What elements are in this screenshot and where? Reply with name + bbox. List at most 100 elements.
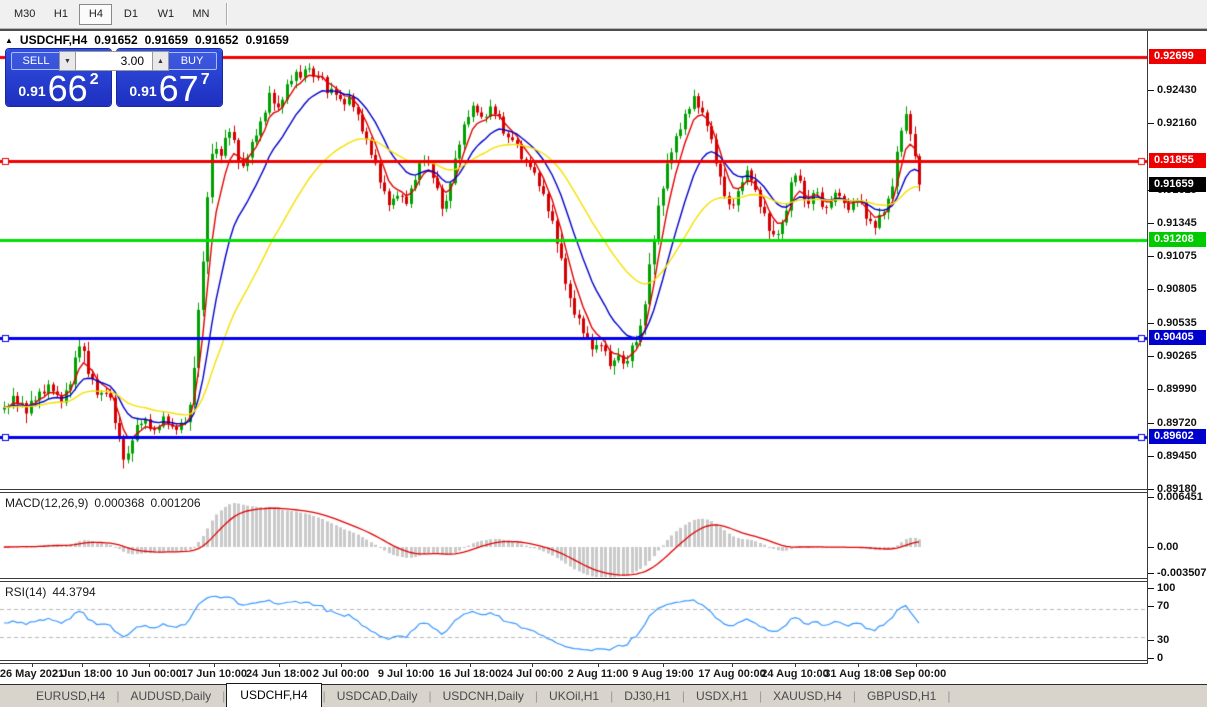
symbol-tab-dj30-h1[interactable]: DJ30,H1	[614, 686, 681, 706]
axis-tick-mark	[1148, 573, 1154, 574]
time-axis-label: 31 Aug 18:00	[824, 668, 891, 680]
metatrader-window: M30H1H4D1W1MN ▲ USDCHF,H4 0.91652 0.9165…	[0, 0, 1207, 707]
time-axis-label: 2 Jul 00:00	[313, 668, 369, 680]
time-axis-label: 16 Jul 18:00	[439, 668, 501, 680]
price-axis-tick: 0.90805	[1157, 282, 1197, 296]
axis-tick-mark	[1148, 389, 1154, 390]
symbol-tab-ukoil-h1[interactable]: UKOil,H1	[539, 686, 609, 706]
collapse-triangle-icon[interactable]: ▲	[5, 36, 13, 45]
timeframe-buttons: M30H1H4D1W1MN	[6, 4, 218, 25]
ohlc-low: 0.91652	[195, 33, 238, 47]
time-axis-label: 24 Jun 18:00	[246, 668, 312, 680]
time-tick-mark	[279, 664, 280, 667]
sell-price-big: 66	[48, 75, 88, 104]
symbol-period-label: USDCHF,H4	[20, 33, 87, 47]
time-tick-mark	[214, 664, 215, 667]
symbol-tab-bar: EURUSD,H4|AUDUSD,Daily|USDCHF,H4|USDCAD,…	[0, 684, 1207, 707]
time-axis-label: 9 Aug 19:00	[632, 668, 693, 680]
toolbar-separator	[226, 3, 228, 25]
macd-axis-tick: 0.00	[1157, 540, 1178, 554]
rsi-value: 44.3794	[52, 585, 95, 599]
axis-tick-mark	[1148, 456, 1154, 457]
symbol-tab-usdx-h1[interactable]: USDX,H1	[686, 686, 758, 706]
rsi-title: RSI(14)	[5, 585, 46, 599]
ohlc-close: 0.91659	[245, 33, 288, 47]
tab-divider: |	[946, 689, 951, 703]
symbol-tab-xauusd-h4[interactable]: XAUUSD,H4	[763, 686, 852, 706]
timeframe-button-h4[interactable]: H4	[79, 4, 112, 25]
macd-signal-value: 0.001206	[150, 496, 200, 510]
symbol-tab-usdcnh-daily[interactable]: USDCNH,Daily	[433, 686, 534, 706]
volume-decrease-button[interactable]: ▼	[59, 51, 76, 71]
time-tick-mark	[795, 664, 796, 667]
axis-tick-mark	[1148, 256, 1154, 257]
time-axis-label: 2 Jun 18:00	[52, 668, 112, 680]
symbol-tab-gbpusd-h1[interactable]: GBPUSD,H1	[857, 686, 946, 706]
timeframe-button-w1[interactable]: W1	[149, 4, 182, 25]
timeframe-toolbar: M30H1H4D1W1MN	[0, 0, 1207, 28]
pane-separator-macd[interactable]	[0, 489, 1207, 493]
window-splitter	[0, 29, 1207, 31]
axis-tick-mark	[1148, 658, 1154, 659]
buy-price-prefix: 0.91	[129, 83, 156, 99]
ohlc-open: 0.91652	[94, 33, 137, 47]
time-axis-label: 24 Jul 00:00	[501, 668, 563, 680]
arrow-up-icon: ▲	[157, 58, 164, 65]
price-badge-091659: 0.91659	[1149, 177, 1206, 192]
time-axis-label: 17 Aug 00:00	[698, 668, 765, 680]
time-tick-mark	[406, 664, 407, 667]
price-axis-tick: 0.90265	[1157, 349, 1197, 363]
symbol-tab-usdcad-daily[interactable]: USDCAD,Daily	[327, 686, 428, 706]
price-badge-090405: 0.90405	[1149, 330, 1206, 345]
price-badge-091855: 0.91855	[1149, 153, 1206, 168]
time-tick-mark	[341, 664, 342, 667]
axis-tick-mark	[1148, 123, 1154, 124]
axis-tick-mark	[1148, 289, 1154, 290]
time-axis-label: 9 Jul 10:00	[378, 668, 434, 680]
buy-price: 0.91677	[117, 71, 222, 104]
time-tick-mark	[82, 664, 83, 667]
axis-tick-mark	[1148, 423, 1154, 424]
price-badge-089602: 0.89602	[1149, 429, 1206, 444]
price-axis-tick: 0.92430	[1157, 83, 1197, 97]
axis-tick-mark	[1148, 497, 1154, 498]
price-axis-tick: 0.91075	[1157, 249, 1197, 263]
time-tick-mark	[32, 664, 33, 667]
macd-axis-tick: 0.006451	[1157, 490, 1203, 504]
time-axis-label: 10 Jun 00:00	[116, 668, 182, 680]
time-tick-mark	[732, 664, 733, 667]
ohlc-high: 0.91659	[145, 33, 188, 47]
time-tick-mark	[663, 664, 664, 667]
rsi-pane-canvas[interactable]	[0, 582, 1147, 660]
axis-tick-mark	[1148, 489, 1154, 490]
axis-tick-mark	[1148, 640, 1154, 641]
sell-price: 0.91662	[6, 71, 111, 104]
price-badge-092699: 0.92699	[1149, 49, 1206, 64]
rsi-indicator-label: RSI(14) 44.3794	[5, 585, 96, 599]
timeframe-button-d1[interactable]: D1	[114, 4, 147, 25]
sell-price-prefix: 0.91	[18, 83, 45, 99]
macd-axis-tick: -0.003507	[1157, 566, 1207, 580]
axis-tick-mark	[1148, 588, 1154, 589]
axis-tick-mark	[1148, 90, 1154, 91]
price-axis[interactable]: 0.924300.921600.916150.913450.910750.908…	[1147, 31, 1207, 664]
pane-separator-rsi[interactable]	[0, 578, 1207, 582]
time-tick-mark	[598, 664, 599, 667]
axis-tick-mark	[1148, 606, 1154, 607]
timeframe-button-mn[interactable]: MN	[184, 4, 217, 25]
symbol-tab-audusd-daily[interactable]: AUDUSD,Daily	[120, 686, 221, 706]
symbol-tab-eurusd-h4[interactable]: EURUSD,H4	[26, 686, 115, 706]
volume-increase-button[interactable]: ▲	[152, 51, 169, 71]
buy-price-pip: 7	[201, 71, 210, 89]
price-axis-tick: 0.92160	[1157, 116, 1197, 130]
time-axis[interactable]: 26 May 20212 Jun 18:0010 Jun 00:0017 Jun…	[0, 664, 1147, 684]
volume-input[interactable]	[76, 51, 152, 71]
symbol-tab-usdchf-h4[interactable]: USDCHF,H4	[226, 683, 321, 707]
timeframe-button-h1[interactable]: H1	[44, 4, 77, 25]
axis-tick-mark	[1148, 323, 1154, 324]
volume-spinner: ▼ ▲	[59, 51, 169, 71]
timeframe-button-m30[interactable]: M30	[7, 4, 42, 25]
macd-title: MACD(12,26,9)	[5, 496, 88, 510]
rsi-axis-tick: 0	[1157, 651, 1163, 665]
macd-main-value: 0.000368	[94, 496, 144, 510]
